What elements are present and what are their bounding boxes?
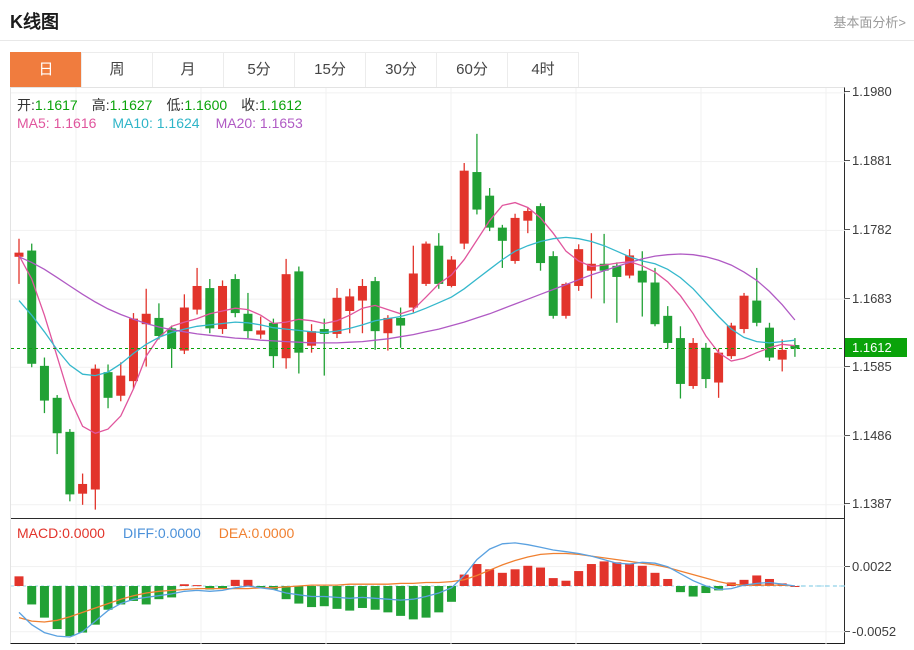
macd-item: DEA:0.0000 <box>219 525 295 541</box>
macd-axis-label: 0.0022 <box>845 558 892 576</box>
tab-60min[interactable]: 60分 <box>436 52 508 88</box>
ohlc-item: 低:1.1600 <box>166 97 227 113</box>
tick-mark <box>845 91 850 92</box>
price-axis-label: 1.1782 <box>845 220 892 238</box>
price-axis-label: 1.1881 <box>845 152 892 170</box>
price-axis-label: 1.1387 <box>845 495 892 513</box>
interval-tabs: 日周月5分15分30分60分4时 <box>10 52 579 88</box>
tick-mark <box>845 229 850 230</box>
tab-30min[interactable]: 30分 <box>365 52 437 88</box>
price-axis-label: 1.1683 <box>845 289 892 307</box>
current-price-badge: 1.1612 <box>845 338 907 357</box>
macd-item: MACD:0.0000 <box>17 525 105 541</box>
page-title: K线图 <box>10 8 59 34</box>
tick-mark <box>845 160 850 161</box>
price-axis-label: 1.1980 <box>845 83 892 101</box>
ma-item: MA20: 1.1653 <box>216 115 303 131</box>
macd-axis-label: -0.0052 <box>845 623 896 641</box>
tick-mark <box>845 435 850 436</box>
header-divider <box>0 40 914 41</box>
tick-mark <box>845 366 850 367</box>
tick-mark <box>845 503 850 504</box>
tick-mark <box>845 298 850 299</box>
price-axis-label: 1.1486 <box>845 426 892 444</box>
price-axis: 1.19801.18811.17821.16831.15851.14861.13… <box>845 87 914 650</box>
tab-4hour[interactable]: 4时 <box>507 52 579 88</box>
tick-mark <box>845 566 850 567</box>
tab-15min[interactable]: 15分 <box>294 52 366 88</box>
tab-month[interactable]: 月 <box>152 52 224 88</box>
ma-legend: MA5: 1.1616 MA10: 1.1624 MA20: 1.1653 <box>17 115 319 131</box>
tab-5min[interactable]: 5分 <box>223 52 295 88</box>
candlestick-chart[interactable] <box>11 88 845 518</box>
kline-page: K线图 基本面分析> 日周月5分15分30分60分4时 开:1.1617 高:1.… <box>0 0 914 650</box>
ohlc-legend: 开:1.1617 高:1.1627 低:1.1600 收:1.1612 <box>17 95 316 115</box>
tab-day[interactable]: 日 <box>10 52 82 88</box>
ohlc-item: 开:1.1617 <box>17 97 78 113</box>
ma-item: MA10: 1.1624 <box>112 115 199 131</box>
macd-legend: MACD:0.0000 DIFF:0.0000 DEA:0.0000 <box>17 525 312 541</box>
ohlc-item: 高:1.1627 <box>92 97 153 113</box>
macd-item: DIFF:0.0000 <box>123 525 201 541</box>
fundamental-analysis-link[interactable]: 基本面分析> <box>833 12 906 31</box>
ohlc-item: 收:1.1612 <box>241 97 302 113</box>
ma-item: MA5: 1.1616 <box>17 115 96 131</box>
tick-mark <box>845 631 850 632</box>
chart-area[interactable]: 开:1.1617 高:1.1627 低:1.1600 收:1.1612 MA5: 1.… <box>10 87 845 644</box>
tab-week[interactable]: 周 <box>81 52 153 88</box>
price-axis-label: 1.1585 <box>845 357 892 375</box>
